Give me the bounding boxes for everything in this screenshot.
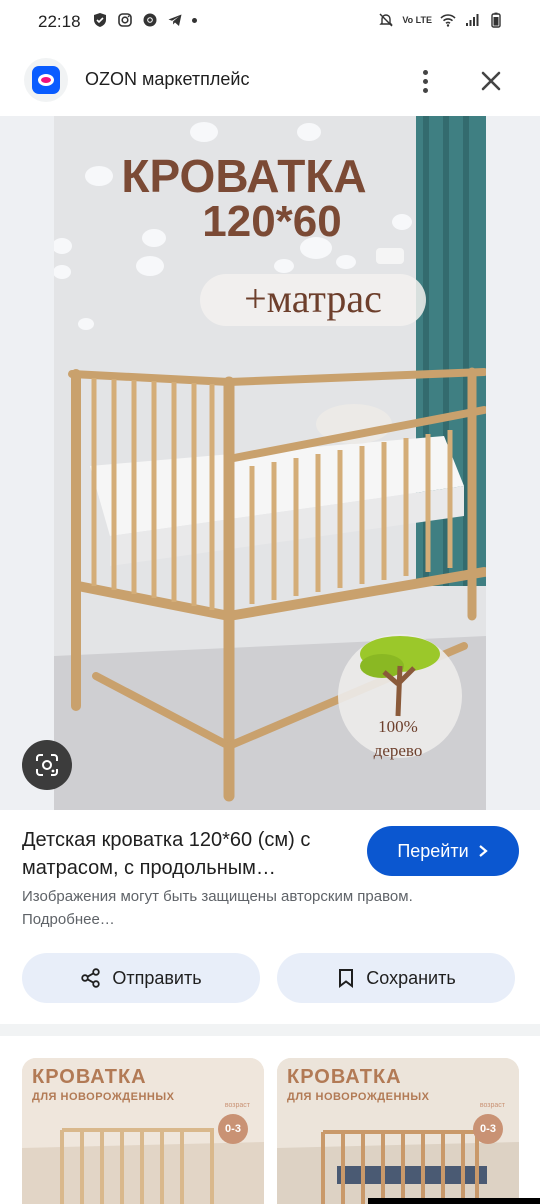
visit-button-label: Перейти	[397, 840, 469, 861]
shield-icon	[94, 13, 106, 27]
image-pill-text: +матрас	[244, 276, 382, 321]
more-options-icon[interactable]	[410, 64, 440, 98]
related-1-badge: 0-3	[218, 1114, 248, 1144]
instagram-icon	[118, 13, 132, 27]
status-bar: 22:18 Vo LTE	[0, 0, 540, 44]
share-icon	[81, 968, 101, 988]
related-2-badge: 0-3	[473, 1114, 503, 1144]
image-badge-line1: 100%	[378, 717, 418, 736]
related-2-title: КРОВАТКА	[287, 1066, 402, 1088]
chrome-icon	[143, 13, 157, 27]
image-headline-line2: 120*60	[202, 197, 341, 246]
mute-icon	[379, 13, 394, 27]
related-1-title: КРОВАТКА	[32, 1066, 147, 1088]
ozon-logo-icon[interactable]	[24, 58, 68, 102]
share-button[interactable]: Отправить	[22, 953, 260, 1003]
telegram-icon	[168, 14, 182, 26]
share-button-label: Отправить	[112, 967, 202, 988]
save-button[interactable]: Сохранить	[277, 953, 515, 1003]
visit-button[interactable]: Перейти	[367, 826, 519, 876]
related-2-subtitle: ДЛЯ НОВОРОЖДЕННЫХ	[287, 1091, 430, 1103]
site-name[interactable]: OZON маркетплейс	[85, 69, 249, 90]
volte-icon: Vo LTE	[402, 15, 432, 25]
related-2-badge-caption: возраст	[479, 1102, 505, 1109]
wifi-icon	[440, 14, 456, 27]
product-image[interactable]: КРОВАТКА 120*60 +матрас 100% дерево	[54, 116, 486, 810]
image-badge-line2: дерево	[374, 741, 423, 760]
header: OZON маркетплейс	[0, 50, 540, 112]
result-title[interactable]: Детская кроватка 120*60 (см) с матрасом,…	[22, 826, 352, 882]
related-image-1[interactable]: КРОВАТКА ДЛЯ НОВОРОЖДЕННЫХ возраст 0-3	[22, 1058, 264, 1204]
lens-icon	[36, 754, 58, 776]
google-lens-button[interactable]	[22, 740, 72, 790]
save-button-label: Сохранить	[366, 967, 456, 988]
copyright-note[interactable]: Изображения могут быть защищены авторски…	[22, 885, 422, 931]
related-1-subtitle: ДЛЯ НОВОРОЖДЕННЫХ	[32, 1091, 175, 1103]
signal-icon	[466, 14, 479, 26]
image-headline-line1: КРОВАТКА	[121, 150, 366, 202]
crib-photo: КРОВАТКА 120*60 +матрас 100% дерево	[54, 116, 486, 810]
battery-icon	[491, 12, 501, 28]
dot-icon	[192, 17, 197, 23]
image-viewer: КРОВАТКА 120*60 +матрас 100% дерево	[0, 116, 540, 810]
section-divider	[0, 1024, 540, 1036]
status-right-icons: Vo LTE	[378, 12, 504, 28]
chevron-right-icon	[478, 845, 488, 857]
related-1-badge-caption: возраст	[224, 1102, 250, 1109]
bookmark-icon	[339, 969, 354, 988]
related-image-2[interactable]: КРОВАТКА ДЛЯ НОВОРОЖДЕННЫХ возраст 0-3	[277, 1058, 519, 1204]
status-left-icons	[92, 12, 197, 28]
navigation-handle	[368, 1198, 540, 1204]
status-time: 22:18	[38, 12, 81, 31]
close-icon[interactable]	[474, 64, 508, 98]
